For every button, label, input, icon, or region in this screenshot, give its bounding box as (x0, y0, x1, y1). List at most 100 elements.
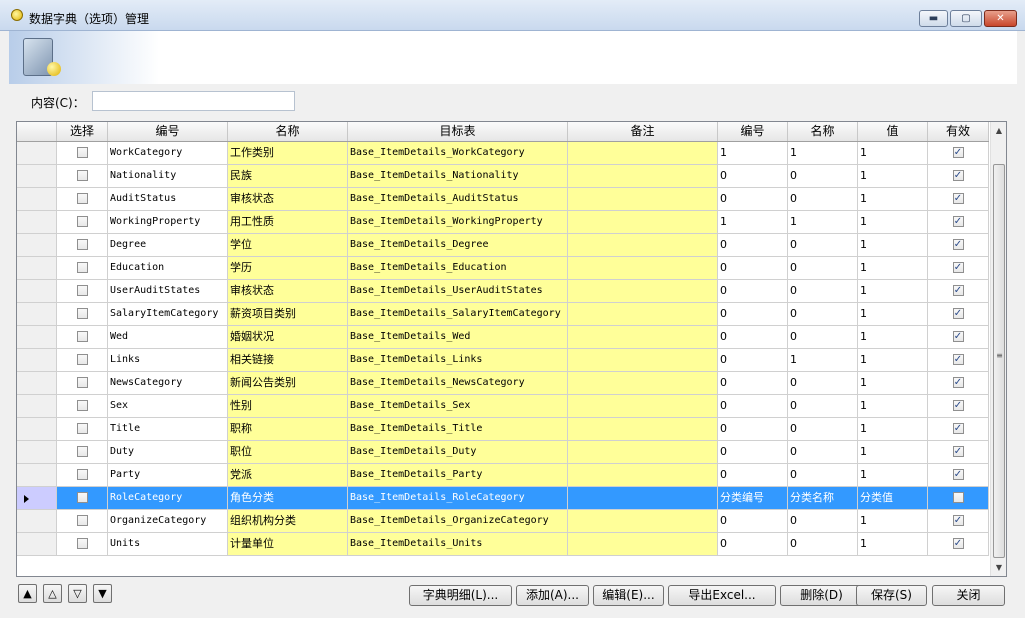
target-table-cell[interactable]: Base_ItemDetails_AuditStatus (348, 188, 568, 210)
table-row[interactable]: AuditStatus 审核状态 Base_ItemDetails_AuditSta… (17, 188, 989, 211)
name-cell[interactable]: 组织机构分类 (228, 510, 348, 532)
select-checkbox[interactable] (76, 491, 88, 503)
col-name-cell[interactable]: 0 (788, 510, 858, 532)
row-header[interactable] (17, 464, 57, 486)
note-cell[interactable] (568, 234, 718, 256)
select-checkbox[interactable] (76, 399, 88, 411)
code-cell[interactable]: UserAuditStates (108, 280, 228, 302)
name-cell[interactable]: 审核状态 (228, 280, 348, 302)
select-checkbox[interactable] (76, 238, 88, 250)
note-cell[interactable] (568, 418, 718, 440)
col-value-cell[interactable]: 1 (858, 280, 928, 302)
code-cell[interactable]: Education (108, 257, 228, 279)
target-table-cell[interactable]: Base_ItemDetails_Wed (348, 326, 568, 348)
code-cell[interactable]: Title (108, 418, 228, 440)
valid-checkbox[interactable]: ✓ (952, 330, 964, 342)
dictionary-details-button[interactable]: 字典明细(L)... (409, 585, 512, 606)
col-code-cell[interactable]: 0 (718, 165, 788, 187)
column-header-name[interactable]: 名称 (228, 122, 348, 141)
valid-checkbox[interactable]: ✓ (952, 146, 964, 158)
code-cell[interactable]: Party (108, 464, 228, 486)
valid-checkbox[interactable]: ✓ (952, 192, 964, 204)
name-cell[interactable]: 学位 (228, 234, 348, 256)
name-cell[interactable]: 角色分类 (228, 487, 348, 509)
note-cell[interactable] (568, 188, 718, 210)
code-cell[interactable]: AuditStatus (108, 188, 228, 210)
col-value-cell[interactable]: 1 (858, 234, 928, 256)
target-table-cell[interactable]: Base_ItemDetails_OrganizeCategory (348, 510, 568, 532)
col-code-cell[interactable]: 分类编号 (718, 487, 788, 509)
col-name-cell[interactable]: 0 (788, 188, 858, 210)
prev-row-button[interactable]: △ (43, 584, 62, 603)
target-table-cell[interactable]: Base_ItemDetails_UserAuditStates (348, 280, 568, 302)
col-name-cell[interactable]: 0 (788, 372, 858, 394)
row-header[interactable] (17, 418, 57, 440)
col-name-cell[interactable]: 1 (788, 142, 858, 164)
col-name-cell[interactable]: 0 (788, 280, 858, 302)
col-name-cell[interactable]: 0 (788, 395, 858, 417)
name-cell[interactable]: 婚姻状况 (228, 326, 348, 348)
target-table-cell[interactable]: Base_ItemDetails_Duty (348, 441, 568, 463)
table-row[interactable]: Links 相关链接 Base_ItemDetails_Links 0 1 1 ✓ (17, 349, 989, 372)
code-cell[interactable]: WorkingProperty (108, 211, 228, 233)
name-cell[interactable]: 计量单位 (228, 533, 348, 555)
select-checkbox[interactable] (76, 284, 88, 296)
select-checkbox[interactable] (76, 261, 88, 273)
table-row[interactable]: Education 学历 Base_ItemDetails_Education 0 0 1… (17, 257, 989, 280)
target-table-cell[interactable]: Base_ItemDetails_RoleCategory (348, 487, 568, 509)
row-header[interactable] (17, 372, 57, 394)
valid-checkbox[interactable] (952, 491, 964, 503)
column-header-select[interactable]: 选择 (57, 122, 108, 141)
note-cell[interactable] (568, 510, 718, 532)
valid-checkbox[interactable]: ✓ (952, 422, 964, 434)
first-row-button[interactable]: ▲ (18, 584, 37, 603)
note-cell[interactable] (568, 142, 718, 164)
select-checkbox[interactable] (76, 192, 88, 204)
scroll-up-icon[interactable]: ▲ (991, 122, 1006, 139)
name-cell[interactable]: 学历 (228, 257, 348, 279)
scroll-thumb[interactable]: ≡ (993, 164, 1005, 558)
col-code-cell[interactable]: 1 (718, 211, 788, 233)
col-name-cell[interactable]: 0 (788, 257, 858, 279)
col-code-cell[interactable]: 0 (718, 303, 788, 325)
valid-checkbox[interactable]: ✓ (952, 215, 964, 227)
note-cell[interactable] (568, 441, 718, 463)
close-window-button[interactable]: ✕ (984, 10, 1017, 27)
col-value-cell[interactable]: 1 (858, 441, 928, 463)
valid-checkbox[interactable]: ✓ (952, 514, 964, 526)
select-checkbox[interactable] (76, 169, 88, 181)
maximize-button[interactable]: ▢ (950, 10, 982, 27)
code-cell[interactable]: WorkCategory (108, 142, 228, 164)
row-header[interactable] (17, 395, 57, 417)
col-code-cell[interactable]: 0 (718, 234, 788, 256)
row-header[interactable] (17, 510, 57, 532)
valid-checkbox[interactable]: ✓ (952, 445, 964, 457)
col-value-cell[interactable]: 1 (858, 326, 928, 348)
code-cell[interactable]: Sex (108, 395, 228, 417)
col-name-cell[interactable]: 0 (788, 303, 858, 325)
row-header[interactable] (17, 533, 57, 555)
scroll-down-icon[interactable]: ▼ (991, 559, 1006, 576)
col-name-cell[interactable]: 0 (788, 533, 858, 555)
col-name-cell[interactable]: 0 (788, 418, 858, 440)
save-button[interactable]: 保存(S) (856, 585, 927, 606)
table-row[interactable]: WorkingProperty 用工性质 Base_ItemDetails_Work… (17, 211, 989, 234)
name-cell[interactable]: 用工性质 (228, 211, 348, 233)
col-code-cell[interactable]: 0 (718, 280, 788, 302)
column-header-note[interactable]: 备注 (568, 122, 718, 141)
vertical-scrollbar[interactable]: ▲ ≡ ▼ (990, 122, 1006, 576)
select-checkbox[interactable] (76, 215, 88, 227)
select-checkbox[interactable] (76, 445, 88, 457)
note-cell[interactable] (568, 349, 718, 371)
column-header-valid[interactable]: 有效 (928, 122, 989, 141)
col-value-cell[interactable]: 1 (858, 211, 928, 233)
table-row[interactable]: SalaryItemCategory 薪资项目类别 Base_ItemDetails… (17, 303, 989, 326)
table-row[interactable]: Title 职称 Base_ItemDetails_Title 0 0 1 ✓ (17, 418, 989, 441)
column-header-code[interactable]: 编号 (108, 122, 228, 141)
col-name-cell[interactable]: 0 (788, 441, 858, 463)
delete-button[interactable]: 删除(D) (780, 585, 863, 606)
last-row-button[interactable]: ▼ (93, 584, 112, 603)
row-header[interactable] (17, 441, 57, 463)
col-name-cell[interactable]: 1 (788, 349, 858, 371)
col-code-cell[interactable]: 0 (718, 441, 788, 463)
